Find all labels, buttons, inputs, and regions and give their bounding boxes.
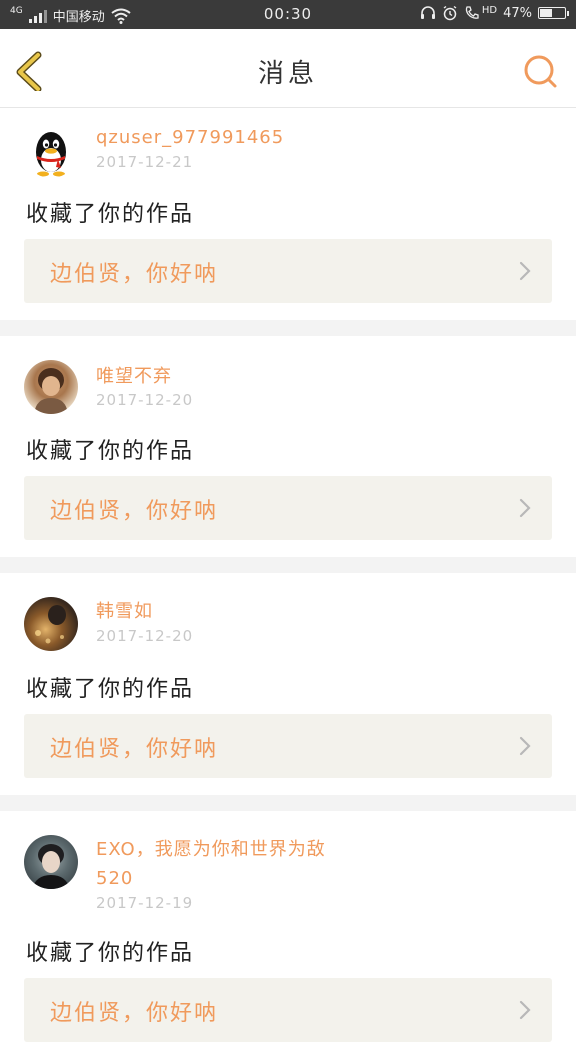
action-text: 收藏了你的作品 <box>26 941 195 966</box>
chevron-right-icon <box>519 498 531 518</box>
divider <box>0 795 576 811</box>
headset-icon <box>420 6 435 19</box>
avatar[interactable] <box>24 360 78 414</box>
user-name[interactable]: qzuser_977991465 <box>96 123 556 152</box>
message-item: 韩雪如 2017-12-20 收藏了你的作品 边伯贤，你好呐 <box>0 573 576 795</box>
divider <box>0 557 576 573</box>
user-name[interactable]: 唯望不弃 <box>96 362 556 391</box>
action-text: 收藏了你的作品 <box>26 202 195 227</box>
chevron-right-icon <box>519 261 531 281</box>
quote-text: 边伯贤，你好呐 <box>50 262 219 287</box>
qq-penguin-avatar <box>36 132 66 177</box>
quoted-work[interactable]: 边伯贤，你好呐 <box>24 476 552 540</box>
status-right: HD 47% <box>420 4 569 21</box>
status-bar: 4G 中国移动 00:30 HD 47% <box>0 0 576 29</box>
header: 消息 <box>0 29 576 108</box>
avatar[interactable] <box>24 835 78 889</box>
avatar[interactable] <box>24 124 78 178</box>
user-photo-avatar <box>34 368 68 414</box>
avatar[interactable] <box>24 597 78 651</box>
message-item: qzuser_977991465 2017-12-21 收藏了你的作品 边伯贤，… <box>0 108 576 320</box>
battery-percent: 47% <box>503 5 532 21</box>
chevron-right-icon <box>519 1000 531 1020</box>
message-date: 2017-12-19 <box>96 894 194 912</box>
divider <box>0 320 576 336</box>
page-title: 消息 <box>257 59 318 89</box>
user-name[interactable]: 韩雪如 <box>96 597 556 626</box>
call-icon <box>465 6 479 19</box>
user-name[interactable]: EXO，我愿为你和世界为敌520 <box>96 835 356 893</box>
hd-label: HD <box>481 4 498 16</box>
search-button[interactable] <box>522 53 558 89</box>
message-item: EXO，我愿为你和世界为敌520 2017-12-19 收藏了你的作品 边伯贤，… <box>0 811 576 1042</box>
chevron-right-icon <box>519 736 531 756</box>
user-photo-avatar <box>35 605 66 644</box>
message-item: 唯望不弃 2017-12-20 收藏了你的作品 边伯贤，你好呐 <box>0 336 576 557</box>
message-date: 2017-12-21 <box>96 153 194 171</box>
message-date: 2017-12-20 <box>96 391 194 409</box>
quoted-work[interactable]: 边伯贤，你好呐 <box>24 239 552 303</box>
action-text: 收藏了你的作品 <box>26 677 195 702</box>
quoted-work[interactable]: 边伯贤，你好呐 <box>24 714 552 778</box>
search-icon <box>524 55 557 88</box>
quoted-work[interactable]: 边伯贤，你好呐 <box>24 978 552 1042</box>
action-text: 收藏了你的作品 <box>26 439 195 464</box>
battery-icon <box>538 7 569 19</box>
message-date: 2017-12-20 <box>96 627 194 645</box>
quote-text: 边伯贤，你好呐 <box>50 737 219 762</box>
quote-text: 边伯贤，你好呐 <box>50 1001 219 1026</box>
alarm-icon <box>443 5 457 21</box>
user-photo-avatar <box>32 844 70 889</box>
message-list: qzuser_977991465 2017-12-21 收藏了你的作品 边伯贤，… <box>0 108 576 1042</box>
quote-text: 边伯贤，你好呐 <box>50 499 219 524</box>
